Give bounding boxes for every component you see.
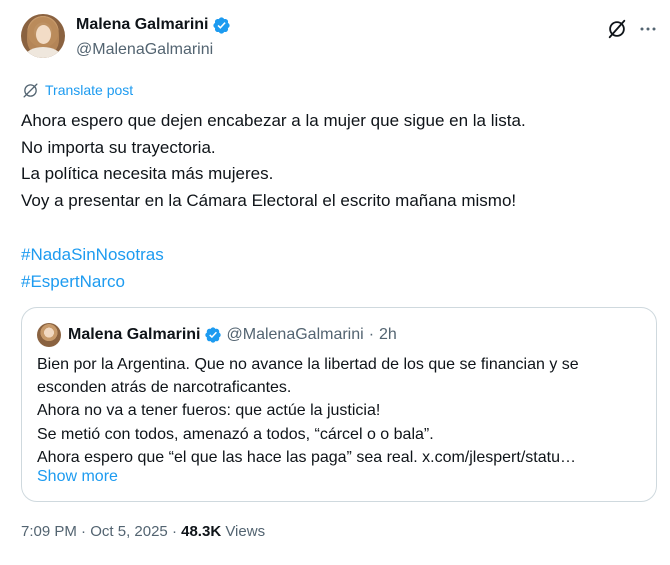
translate-post-link[interactable]: Translate post (22, 81, 133, 99)
verified-badge-icon (212, 16, 230, 34)
more-horizontal-icon[interactable] (639, 20, 657, 38)
quoted-timestamp[interactable]: 2h (379, 326, 397, 344)
quoted-body-line: Ahora no va a tener fueros: que actúe la… (37, 402, 381, 420)
quoted-post-body: Bien por la Argentina. Que no avance la … (37, 353, 643, 469)
quoted-display-name[interactable]: Malena Galmarini (68, 325, 201, 345)
quoted-body-line: esconden atrás de narcotraficantes. (37, 379, 292, 397)
author-name-row[interactable]: Malena Galmarini (76, 15, 231, 35)
views-count[interactable]: 48.3K (181, 523, 221, 540)
quoted-body-line: Se metió con todos, amenazó a todos, “cá… (37, 425, 434, 443)
meta-separator: · (167, 523, 182, 540)
post-body-line: No importa su trayectoria. (21, 137, 216, 157)
hashtag-link[interactable]: #EspertNarco (21, 268, 164, 295)
globe-icon (23, 82, 38, 98)
post-body-line: Voy a presentar en la Cámara Electoral e… (21, 190, 517, 210)
grok-icon[interactable] (606, 18, 628, 40)
views-label: Views (225, 523, 266, 540)
avatar-face (36, 25, 51, 44)
post-body: Ahora espero que dejen encabezar a la mu… (21, 108, 661, 214)
show-more-link[interactable]: Show more (37, 467, 118, 487)
quoted-avatar[interactable] (37, 323, 61, 347)
avatar[interactable] (21, 14, 65, 58)
quoted-body-line: Bien por la Argentina. Que no avance la … (37, 356, 579, 373)
post-time[interactable]: 7:09 PM (21, 523, 77, 540)
tweet: Malena Galmarini @MalenaGalmarini Transl… (0, 0, 670, 565)
author-handle[interactable]: @MalenaGalmarini (76, 40, 213, 60)
post-date[interactable]: Oct 5, 2025 (90, 523, 168, 540)
verified-badge-icon (204, 327, 221, 343)
hashtag-list: #NadaSinNosotras #EspertNarco (21, 241, 164, 295)
quoted-post-card[interactable]: Malena Galmarini @MalenaGalmarini · 2h B… (21, 307, 657, 502)
translate-post-label: Translate post (45, 82, 134, 98)
quoted-body-line: Ahora espero que “el que las hace las pa… (37, 448, 576, 466)
meta-separator: · (76, 523, 91, 540)
quoted-separator: · (368, 326, 375, 343)
quoted-handle[interactable]: @MalenaGalmarini (227, 326, 364, 344)
hashtag-link[interactable]: #NadaSinNosotras (21, 241, 164, 268)
quoted-post-header: Malena Galmarini @MalenaGalmarini · 2h (68, 325, 397, 345)
post-metadata: 7:09 PM · Oct 5, 2025 · 48.3K Views (21, 522, 265, 542)
post-body-line: Ahora espero que dejen encabezar a la mu… (21, 111, 526, 130)
author-display-name[interactable]: Malena Galmarini (76, 15, 209, 35)
post-body-line: La política necesita más mujeres. (21, 164, 274, 183)
